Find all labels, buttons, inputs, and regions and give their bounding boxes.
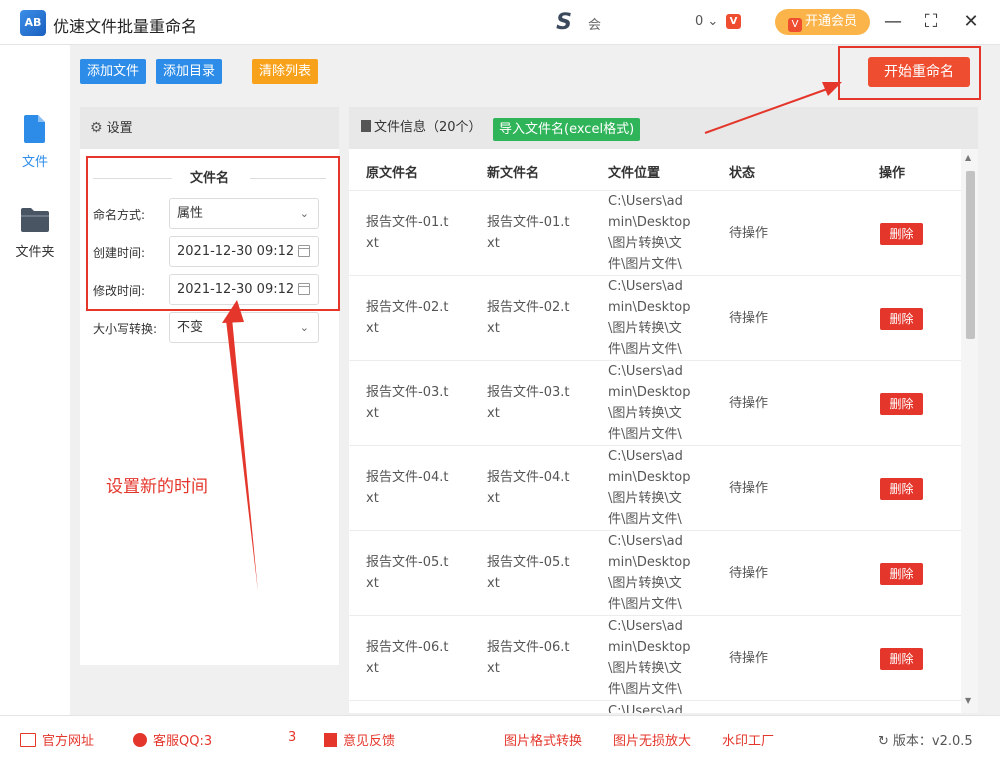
support-qq-tail: 3 [288,730,297,745]
qq-icon [133,733,147,747]
official-site-label: 官方网址 [42,734,95,749]
annotation-arrows [222,82,842,592]
footer: 官方网址 客服QQ:3 3 意见反馈 图片格式转换 图片无损放大 水印工厂 ↻ 版… [0,715,1000,760]
version-label: 版本：v2.0.5 [892,734,973,749]
feedback-link[interactable]: 意见反馈 [324,730,395,749]
arrow-right-head [822,82,842,96]
support-qq-link[interactable]: 客服QQ:3 [133,730,212,749]
arrow-up [226,318,258,592]
arrow-right [704,87,831,134]
footer-link-image-enlarge[interactable]: 图片无损放大 [613,730,691,749]
arrow-up-head [222,300,244,323]
refresh-icon[interactable]: ↻ [878,734,889,749]
version-info: ↻ 版本：v2.0.5 [878,730,973,749]
feedback-label: 意见反馈 [343,734,396,749]
support-qq-label: 客服QQ:3 [153,734,213,749]
website-icon [20,733,36,747]
footer-link-watermark[interactable]: 水印工厂 [722,730,774,749]
footer-link-image-convert[interactable]: 图片格式转换 [504,730,582,749]
official-site-link[interactable]: 官方网址 [20,730,94,749]
feedback-icon [324,733,337,747]
